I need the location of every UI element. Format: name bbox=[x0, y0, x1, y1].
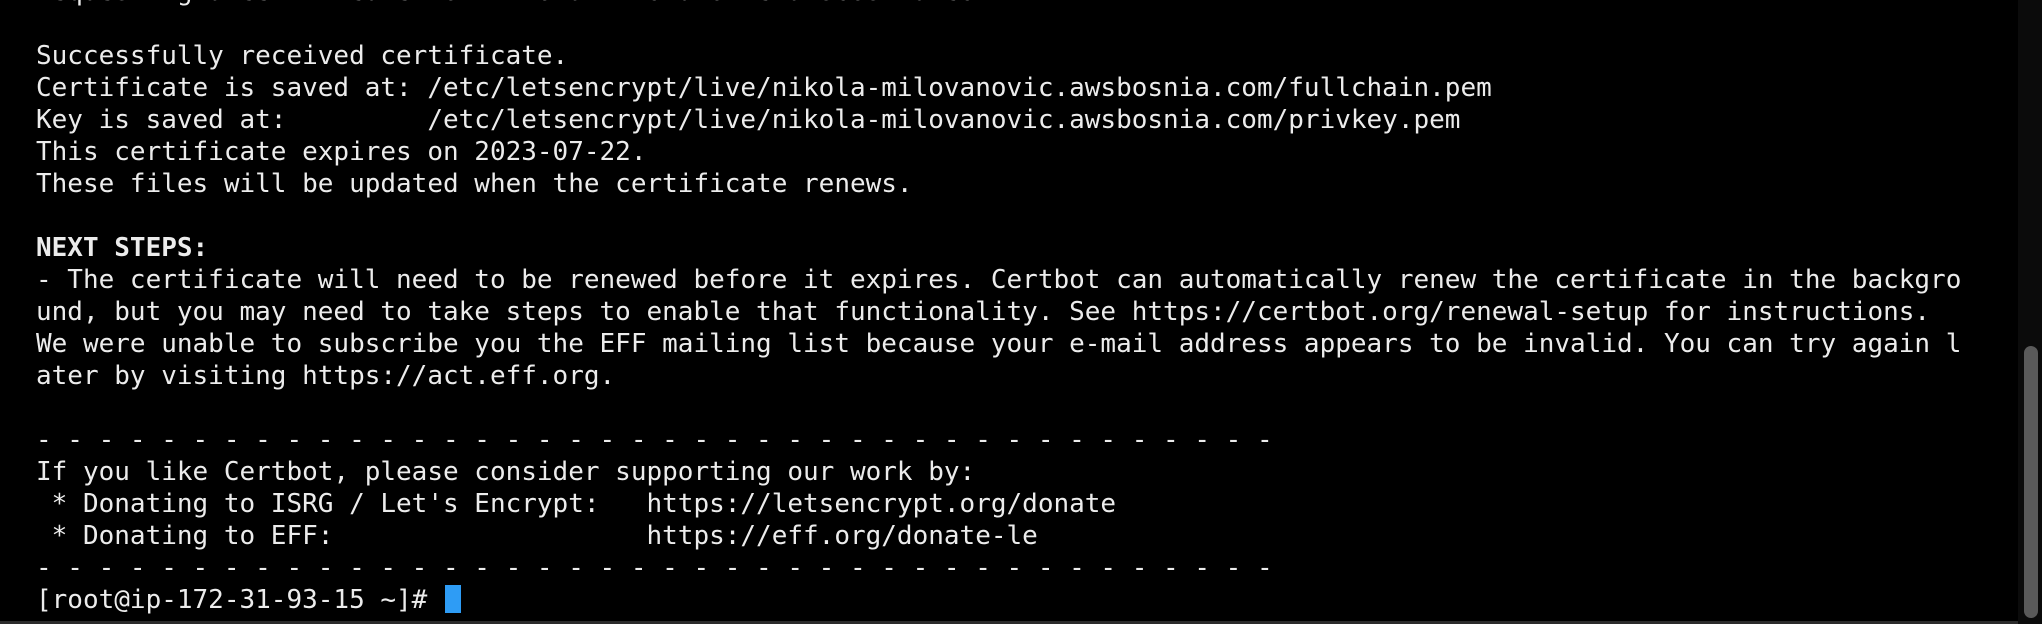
output-line-donate-eff: * Donating to EFF: https://eff.org/donat… bbox=[36, 521, 1038, 551]
output-line-next-steps-2: und, but you may need to take steps to e… bbox=[36, 297, 1931, 327]
output-line-expiry: This certificate expires on 2023-07-22. bbox=[36, 137, 647, 167]
output-line-eff-notice-1: We were unable to subscribe you the EFF … bbox=[36, 329, 1962, 359]
terminal-window[interactable]: Requesting a certificate for nikola-milo… bbox=[0, 0, 2042, 624]
output-line-cert-path: Certificate is saved at: /etc/letsencryp… bbox=[36, 73, 1492, 103]
output-line-success: Successfully received certificate. bbox=[36, 41, 569, 71]
next-steps-heading: NEXT STEPS: bbox=[36, 233, 209, 263]
shell-prompt-line[interactable]: [root@ip-172-31-93-15 ~]# bbox=[36, 584, 2026, 616]
terminal-output: Requesting a certificate for nikola-milo… bbox=[36, 0, 2026, 616]
dashed-divider-top: - - - - - - - - - - - - - - - - - - - - … bbox=[36, 425, 1273, 455]
output-line-support: If you like Certbot, please consider sup… bbox=[36, 457, 976, 487]
shell-prompt: [root@ip-172-31-93-15 ~]# bbox=[36, 585, 443, 615]
text-cursor[interactable] bbox=[445, 585, 461, 613]
scrollbar-thumb[interactable] bbox=[2024, 346, 2038, 618]
output-line-key-path: Key is saved at: /etc/letsencrypt/live/n… bbox=[36, 105, 1461, 135]
output-line-renew-note: These files will be updated when the cer… bbox=[36, 169, 913, 199]
dashed-divider-bottom: - - - - - - - - - - - - - - - - - - - - … bbox=[36, 553, 1273, 583]
output-line-donate-isrg: * Donating to ISRG / Let's Encrypt: http… bbox=[36, 489, 1117, 519]
scrollbar-track[interactable] bbox=[2018, 0, 2042, 624]
output-line-next-steps-1: - The certificate will need to be renewe… bbox=[36, 265, 1962, 295]
output-line-eff-notice-2: ater by visiting https://act.eff.org. bbox=[36, 361, 616, 391]
output-line-requesting: Requesting a certificate for nikola-milo… bbox=[36, 0, 2026, 8]
